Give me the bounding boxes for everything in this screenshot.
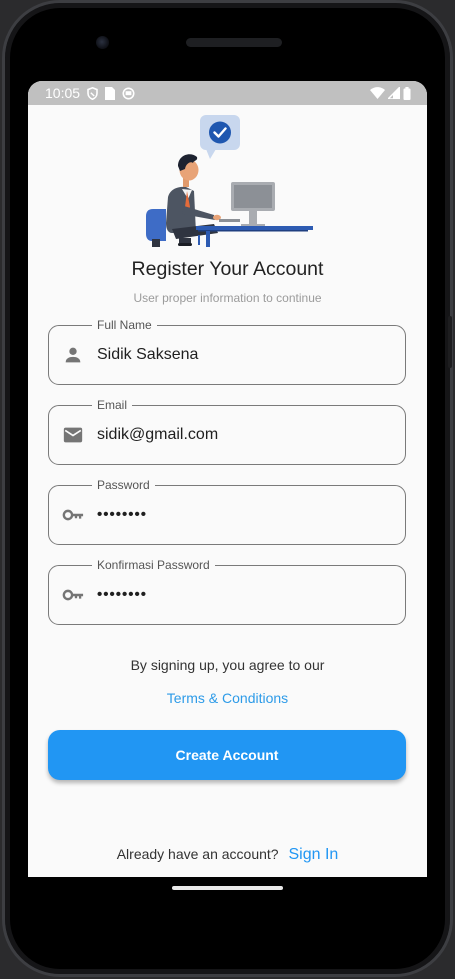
email-field[interactable]: Email sidik@gmail.com: [48, 398, 406, 465]
confirm-password-input[interactable]: ••••••••: [97, 566, 147, 624]
agreement-text: By signing up, you agree to our: [130, 657, 325, 673]
status-bar: 10:05: [28, 81, 427, 105]
key-icon: [62, 589, 84, 601]
battery-icon: [403, 86, 411, 100]
mail-icon: [63, 427, 83, 443]
sim-card-icon: [105, 86, 116, 100]
terms-link[interactable]: Terms & Conditions: [28, 690, 427, 706]
full-name-input[interactable]: Sidik Saksena: [97, 326, 198, 384]
password-input[interactable]: ••••••••: [97, 486, 147, 544]
signin-row: Already have an account? Sign In: [28, 846, 427, 864]
shield-icon: [87, 86, 98, 100]
earpiece-speaker: [186, 38, 282, 47]
page-subtitle: User proper information to continue: [133, 291, 322, 305]
confirm-password-field[interactable]: Konfirmasi Password ••••••••: [48, 558, 406, 625]
person-icon: [65, 347, 81, 363]
signin-link[interactable]: Sign In: [288, 846, 338, 863]
password-field[interactable]: Password ••••••••: [48, 478, 406, 545]
email-input[interactable]: sidik@gmail.com: [97, 406, 218, 464]
circle-status-icon: [122, 87, 135, 99]
signin-prompt: Already have an account?: [116, 846, 279, 862]
page-title: Register Your Account: [131, 258, 324, 280]
key-icon: [62, 509, 84, 521]
full-name-field[interactable]: Full Name Sidik Saksena: [48, 318, 406, 385]
register-illustration: [146, 115, 313, 247]
wifi-icon: [370, 87, 385, 99]
home-indicator[interactable]: [172, 886, 283, 890]
power-button: [448, 316, 452, 368]
front-camera: [96, 36, 109, 49]
create-account-button[interactable]: Create Account: [48, 730, 406, 780]
app-screen: 10:05 Register Your Account User proper …: [28, 81, 427, 877]
status-time: 10:05: [45, 85, 81, 101]
signal-icon: [388, 87, 400, 99]
